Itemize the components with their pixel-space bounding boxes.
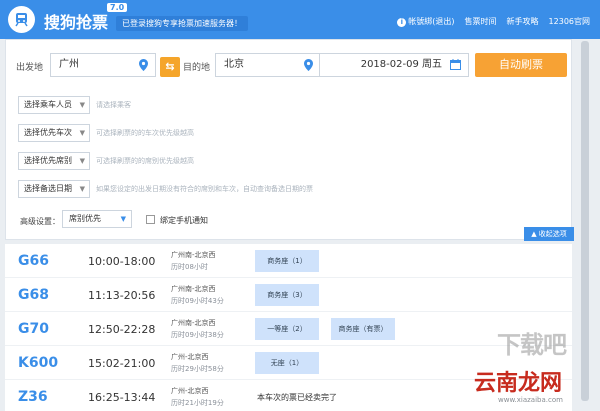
backup-date-hint: 如果您设定的出发日期没有符合的席别和车次，自动查询备选日期的票 <box>96 185 313 193</box>
chevron-down-icon: ▼ <box>79 101 85 109</box>
train-route: 广州南-北京西 <box>171 319 216 327</box>
train-number: G66 <box>18 253 49 269</box>
seat-tag[interactable]: 商务座（有票） <box>331 318 395 340</box>
train-route: 广州-北京西 <box>171 387 209 395</box>
app-header: 搜狗抢票 7.0 已登录搜狗专享抢票加速服务器！ i 帐號綁(退出) 售票时间 新… <box>0 0 600 39</box>
watermark-url: www.xiazaiba.com <box>498 396 563 404</box>
to-value: 北京 <box>224 59 244 70</box>
collapse-options-label: 收起选项 <box>538 230 567 238</box>
select-train-label: 选择优先车次 <box>24 128 72 137</box>
chevron-down-icon: ▼ <box>79 129 85 137</box>
to-field[interactable]: 北京 <box>215 53 321 77</box>
train-number: K600 <box>18 355 59 371</box>
seat-hint: 可选择刷票的的席别优先级越高 <box>96 157 194 165</box>
train-time: 15:02-21:00 <box>88 357 156 370</box>
top-nav: i 帐號綁(退出) 售票时间 新手攻略 12306官网 <box>397 16 590 27</box>
calendar-icon <box>450 59 461 70</box>
train-duration: 历时21小时19分 <box>171 399 224 407</box>
search-panel: 出发地 广州 ⇆ 目的地 北京 2018-02-09 周五 自动刷票 选择乘车人… <box>5 39 574 241</box>
app-title: 搜狗抢票 <box>44 13 109 32</box>
passenger-row: 选择乘车人员 ▼ 请选择乘客 <box>18 96 131 114</box>
select-train-button[interactable]: 选择优先车次 ▼ <box>18 124 90 142</box>
select-passenger-label: 选择乘车人员 <box>24 100 72 109</box>
chevron-up-icon: ▲ <box>531 230 539 238</box>
train-duration: 历时29小时58分 <box>171 365 224 373</box>
official-site-link[interactable]: 12306官网 <box>549 16 590 27</box>
date-field[interactable]: 2018-02-09 周五 <box>319 53 469 77</box>
account-link[interactable]: i 帐號綁(退出) <box>397 16 455 27</box>
location-pin-icon <box>304 59 313 71</box>
phone-notify-checkbox[interactable] <box>146 215 155 224</box>
from-value: 广州 <box>59 59 79 70</box>
train-duration: 历时08小时 <box>171 263 208 271</box>
sold-out-status: 本车次的票已经卖完了 <box>257 393 337 402</box>
train-route: 广州南-北京西 <box>171 285 216 293</box>
chevron-down-icon: ▼ <box>79 185 85 193</box>
version-badge: 7.0 <box>107 3 128 12</box>
train-time: 16:25-13:44 <box>88 391 156 404</box>
beginner-guide-link[interactable]: 新手攻略 <box>507 16 539 27</box>
watermark-xiazaiba: 下载吧 <box>497 331 567 359</box>
select-passenger-button[interactable]: 选择乘车人员 ▼ <box>18 96 90 114</box>
collapse-options-button[interactable]: ▲ 收起选项 <box>524 227 574 241</box>
train-duration: 历时09小时38分 <box>171 331 224 339</box>
info-icon: i <box>397 18 407 27</box>
watermark-yunnan: 云南龙网 <box>474 371 563 396</box>
select-seat-button[interactable]: 选择优先席别 ▼ <box>18 152 90 170</box>
select-backup-date-button[interactable]: 选择备选日期 ▼ <box>18 180 90 198</box>
train-time: 10:00-18:00 <box>88 255 156 268</box>
passenger-hint: 请选择乘客 <box>96 101 131 109</box>
seat-tag[interactable]: 一等座（2） <box>255 318 319 340</box>
swap-button[interactable]: ⇆ <box>160 57 180 77</box>
train-time: 11:13-20:56 <box>88 289 156 302</box>
chevron-down-icon: ▼ <box>120 215 126 223</box>
train-route: 广州-北京西 <box>171 353 209 361</box>
from-field[interactable]: 广州 <box>50 53 156 77</box>
scrollbar[interactable] <box>574 39 600 411</box>
advanced-settings-label: 高级设置： <box>20 217 60 226</box>
train-hint: 可选择刷票的的车次优先级越高 <box>96 129 194 137</box>
from-label: 出发地 <box>16 63 44 73</box>
train-number: Z36 <box>18 389 48 405</box>
advanced-select[interactable]: 席别优先 ▼ <box>62 210 132 228</box>
swap-icon: ⇆ <box>165 60 175 73</box>
train-row[interactable]: G68 11:13-20:56 广州南-北京西 历时09小时43分 商务座（3） <box>5 278 572 312</box>
train-time: 12:50-22:28 <box>88 323 156 336</box>
select-seat-label: 选择优先席别 <box>24 156 72 165</box>
select-backup-date-label: 选择备选日期 <box>24 184 72 193</box>
scrollbar-thumb[interactable] <box>581 41 589 401</box>
train-route: 广州南-北京西 <box>171 251 216 259</box>
train-priority-row: 选择优先车次 ▼ 可选择刷票的的车次优先级越高 <box>18 124 194 142</box>
backup-date-row: 选择备选日期 ▼ 如果您设定的出发日期没有符合的席别和车次，自动查询备选日期的票 <box>18 180 313 198</box>
seat-tag[interactable]: 商务座（3） <box>255 284 319 306</box>
date-value: 2018-02-09 周五 <box>360 59 442 70</box>
seat-priority-row: 选择优先席别 ▼ 可选择刷票的的席别优先级越高 <box>18 152 194 170</box>
train-number: G70 <box>18 321 49 337</box>
chevron-down-icon: ▼ <box>79 157 85 165</box>
seat-tag[interactable]: 无座（1） <box>255 352 319 374</box>
seat-tag[interactable]: 商务座（1） <box>255 250 319 272</box>
slogan-banner: 已登录搜狗专享抢票加速服务器！ <box>116 16 248 31</box>
phone-notify-label: 绑定手机通知 <box>160 216 208 225</box>
advanced-select-value: 席别优先 <box>69 214 101 223</box>
train-row[interactable]: G66 10:00-18:00 广州南-北京西 历时08小时 商务座（1） <box>5 244 572 278</box>
train-row[interactable]: G70 12:50-22:28 广州南-北京西 历时09小时38分 一等座（2）… <box>5 312 572 346</box>
app-logo-icon <box>8 6 35 33</box>
to-label: 目的地 <box>183 63 211 73</box>
train-number: G68 <box>18 287 49 303</box>
location-pin-icon <box>139 59 148 71</box>
account-link-label: 帐號綁(退出) <box>408 17 455 26</box>
sale-time-link[interactable]: 售票时间 <box>465 16 497 27</box>
auto-refresh-button[interactable]: 自动刷票 <box>475 53 567 77</box>
train-duration: 历时09小时43分 <box>171 297 224 305</box>
